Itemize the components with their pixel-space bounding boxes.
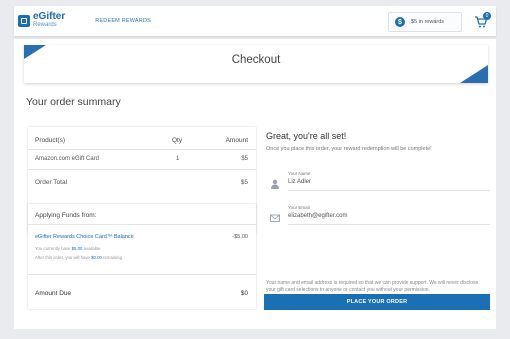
email-label: Your Email: [288, 205, 310, 210]
user-icon: [271, 179, 279, 189]
name-value: Liz Adler: [288, 179, 312, 185]
column-header-product: Product(s): [35, 137, 65, 144]
checkout-page: Checkout Your order summary Product(s) Q…: [14, 39, 496, 329]
amount-due-value: $0: [240, 290, 248, 297]
column-header-qty: Qty: [172, 137, 183, 144]
envelope-icon: [270, 214, 280, 222]
dollar-icon: $: [395, 17, 405, 27]
cart-button[interactable]: 0: [474, 12, 491, 29]
column-header-amount: Amount: [225, 137, 248, 144]
order-summary-heading: Your order summary: [26, 96, 121, 108]
applying-funds-panel: Applying Funds from: eGifter Rewards Cho…: [28, 204, 256, 309]
name-label: Your Name: [288, 171, 311, 176]
rewards-balance-badge[interactable]: $ $5 in rewards: [388, 12, 462, 32]
checkout-banner: Checkout: [24, 45, 488, 83]
egifter-logo[interactable]: eGifter Rewards: [18, 12, 65, 30]
product-name: Amazon.com eGift Card: [35, 156, 100, 162]
logo-main-text: eGifter: [33, 11, 66, 22]
funds-title: Applying Funds from:: [35, 212, 97, 219]
redeem-rewards-link[interactable]: REDEEM REWARDS: [95, 18, 151, 24]
rewards-balance-text: $5 in rewards: [411, 19, 445, 25]
product-amount: $5: [241, 156, 248, 162]
place-order-button[interactable]: PLACE YOUR ORDER: [264, 294, 490, 310]
product-qty: 1: [176, 156, 180, 162]
checkout-title: Checkout: [231, 54, 281, 66]
email-value: elizabeth@egifter.com: [288, 213, 348, 219]
amount-due-label: Amount Due: [35, 290, 72, 297]
order-total-label: Order Total: [35, 179, 68, 186]
funds-source-name[interactable]: eGifter Rewards Choice Card™ Balance: [35, 234, 134, 240]
name-field[interactable]: Your Name Liz Adler: [266, 171, 490, 193]
order-total-amount: $5: [240, 179, 248, 186]
cart-count-badge: 0: [483, 12, 491, 20]
funds-available-amount: $5.00: [71, 246, 83, 251]
email-field[interactable]: Your Email elizabeth@egifter.com: [266, 205, 490, 227]
top-navbar: eGifter Rewards REDEEM REWARDS $ $5 in r…: [14, 6, 496, 36]
confirmation-panel: Great, you're all set! Once you place th…: [266, 131, 490, 293]
logo-icon: [18, 15, 30, 27]
privacy-notice: Your name and email address is required …: [266, 280, 479, 293]
confirmation-subtext: Once you place this order, your reward r…: [266, 146, 432, 152]
confirmation-heading: Great, you're all set!: [266, 131, 347, 141]
logo-sub-text: Rewards: [33, 22, 57, 28]
funds-remaining-amount: $0.00: [91, 255, 102, 260]
funds-source-amount: -$5.00: [232, 234, 248, 240]
